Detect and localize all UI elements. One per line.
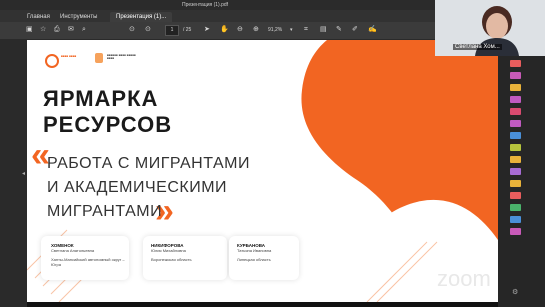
participant-name: Светлана Хом...	[453, 44, 502, 50]
zoom-watermark: zoom	[437, 266, 491, 291]
organize-icon[interactable]	[510, 120, 521, 127]
export-pdf-icon[interactable]	[510, 60, 521, 67]
scan-icon[interactable]	[510, 144, 521, 151]
save-icon[interactable]: ▣	[26, 25, 33, 35]
create-pdf-icon[interactable]	[510, 72, 521, 79]
tab-bar: Главная Инструменты Презентация (1)...	[0, 10, 435, 22]
page-fit-icon[interactable]: ▤	[320, 25, 327, 35]
send-icon[interactable]	[510, 180, 521, 187]
toolbar: ▣ ☆ ⎙ ✉ ⌕ ⊙ ⊙ 1 / 25 ➤ ✋ ⊖ ⊕ 91,2% ▾ ⌗ ▤…	[0, 22, 435, 40]
star-icon[interactable]: ☆	[40, 25, 46, 35]
fill-sign-icon[interactable]	[510, 132, 521, 139]
chevron-down-icon[interactable]: ▾	[290, 25, 293, 35]
window-titlebar: Презентация (1).pdf	[0, 0, 435, 10]
comment-tool-icon[interactable]	[510, 84, 521, 91]
right-tools-panel: ⚙	[498, 56, 545, 307]
page-number-input[interactable]: 1	[165, 25, 179, 36]
title-line-1: ЯРМАРКА	[43, 86, 159, 111]
participant-video[interactable]: Светлана Хом...	[435, 0, 545, 56]
org-logo-icon	[45, 54, 59, 68]
page-total: / 25	[183, 27, 192, 33]
expand-left-icon[interactable]: ◂	[22, 170, 25, 177]
window-title: Презентация (1).pdf	[182, 2, 229, 8]
print-icon[interactable]: ⎙	[54, 25, 60, 35]
zoom-in-icon[interactable]: ⊕	[253, 25, 259, 35]
tab-document[interactable]: Презентация (1)...	[110, 12, 173, 22]
tab-tools[interactable]: Инструменты	[60, 12, 97, 22]
mail-icon[interactable]: ✉	[68, 25, 74, 35]
subtitle-line-2: И АКАДЕМИЧЕСКИМИ	[47, 179, 228, 196]
org-logo-text: ■■■■ ■■■■	[61, 54, 77, 58]
crop-icon[interactable]: ⌗	[304, 25, 308, 35]
tab-home[interactable]: Главная	[27, 12, 50, 22]
combine-icon[interactable]	[510, 108, 521, 115]
zoom-level[interactable]: 91,2%	[268, 25, 282, 35]
edit-pdf-icon[interactable]	[510, 96, 521, 103]
slide-page: ■■■■ ■■■■ ■■■■■■ ■■■■ ■■■■■ ■■■■ ЯРМАРКА…	[27, 40, 498, 302]
compress-icon[interactable]	[510, 192, 521, 199]
fund-logo-text: ■■■■■■ ■■■■ ■■■■■ ■■■■	[107, 53, 136, 60]
more-tools-icon[interactable]	[510, 228, 521, 235]
presenter-region: Ханты-Мансийский автономный округ – Югра	[51, 257, 125, 267]
title-line-2: РЕСУРСОВ	[43, 112, 173, 137]
fund-logo-icon	[95, 53, 103, 63]
presenter-region: Липецкая область	[237, 257, 271, 262]
stamp-icon[interactable]	[510, 216, 521, 223]
slide-subtitle: РАБОТА С МИГРАНТАМИ И АКАДЕМИЧЕСКИМИ МИГ…	[47, 152, 250, 224]
arrow-down-icon[interactable]: ⊙	[145, 25, 151, 35]
comment-icon[interactable]: ✎	[336, 25, 342, 35]
left-sidebar: ◂	[0, 40, 27, 307]
highlight-icon[interactable]: ✐	[352, 25, 358, 35]
subtitle-line-3: МИГРАНТАМИ	[47, 203, 163, 220]
presenter-card: НИКИФОРОВА Юлия Михайловна Воронежская о…	[143, 236, 227, 280]
sign-icon[interactable]: ✍	[368, 25, 377, 35]
presenter-card: КУРБАНОВА Татьяна Ивановна Липецкая обла…	[229, 236, 299, 280]
presenter-card: ХОМЕНОК Светлана Анатольевна Ханты-Манси…	[41, 236, 129, 280]
search-icon[interactable]: ⌕	[82, 25, 86, 35]
redact-icon[interactable]	[510, 168, 521, 175]
settings-icon[interactable]: ⚙	[512, 288, 518, 296]
hand-icon[interactable]: ✋	[220, 25, 229, 35]
zoom-out-icon[interactable]: ⊖	[237, 25, 243, 35]
subtitle-line-1: РАБОТА С МИГРАНТАМИ	[47, 155, 250, 172]
cursor-icon[interactable]: ➤	[204, 25, 210, 35]
slide-title: ЯРМАРКА РЕСУРСОВ	[43, 86, 172, 138]
measure-icon[interactable]	[510, 204, 521, 211]
presenter-region: Воронежская область	[151, 257, 192, 262]
arrow-up-icon[interactable]: ⊙	[129, 25, 135, 35]
protect-icon[interactable]	[510, 156, 521, 163]
